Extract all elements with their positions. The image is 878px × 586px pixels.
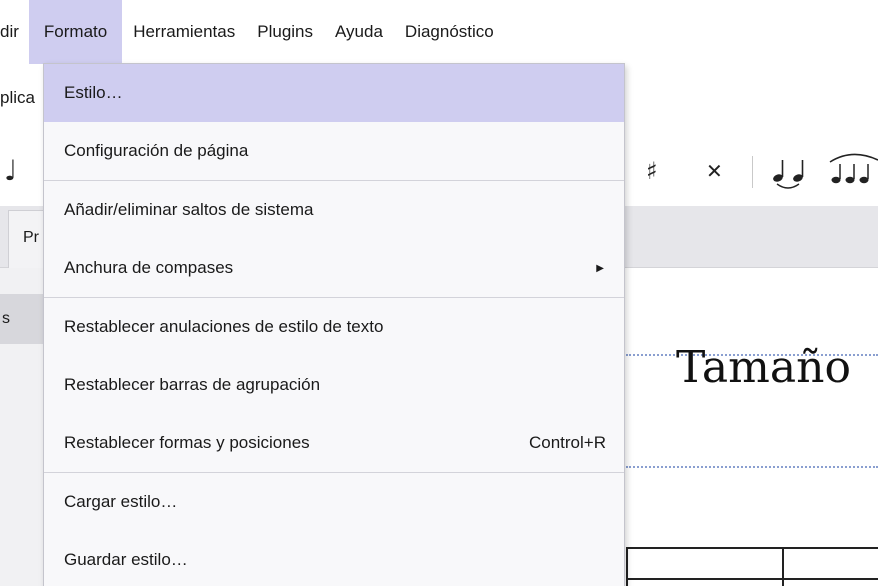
menu-plugins[interactable]: Plugins	[246, 0, 324, 64]
menubar: dir Formato Herramientas Plugins Ayuda D…	[0, 0, 878, 64]
tie-icon[interactable]	[768, 140, 816, 202]
app-window: dir Formato Herramientas Plugins Ayuda D…	[0, 0, 878, 586]
menu-item-label: Configuración de página	[64, 141, 249, 160]
panel-item[interactable]: s	[0, 294, 44, 344]
menu-item-label: Estilo…	[64, 83, 123, 102]
menu-item-cargar-estilo[interactable]: Cargar estilo…	[44, 473, 624, 531]
menu-formato[interactable]: Formato	[28, 0, 123, 64]
score-title[interactable]: Tamaño	[676, 342, 851, 393]
menu-item-guardar-estilo[interactable]: Guardar estilo…	[44, 531, 624, 586]
slur-icon[interactable]	[824, 140, 878, 202]
toolbar-row-label: plica	[0, 88, 35, 107]
menu-item-saltos-sistema[interactable]: Añadir/eliminar saltos de sistema	[44, 181, 624, 239]
menu-item-restablecer-barras[interactable]: Restablecer barras de agrupación	[44, 356, 624, 414]
staff-line	[626, 578, 878, 580]
menu-item-label: Restablecer anulaciones de estilo de tex…	[64, 317, 384, 336]
menu-item-label: Anchura de compases	[64, 258, 234, 277]
menu-item-label: Restablecer barras de agrupación	[64, 375, 321, 394]
menu-diagnostico[interactable]: Diagnóstico	[394, 0, 505, 64]
menu-editar[interactable]: dir	[0, 0, 29, 64]
menu-item-configuracion-pagina[interactable]: Configuración de página	[44, 122, 624, 180]
frame-border-bottom	[626, 466, 878, 468]
menu-item-anchura-compases[interactable]: Anchura de compases ▶	[44, 239, 624, 297]
note-icon[interactable]: ♩	[4, 140, 17, 202]
menu-ayuda[interactable]: Ayuda	[324, 0, 394, 64]
menu-item-label: Restablecer formas y posiciones	[64, 433, 310, 452]
barline	[626, 547, 628, 586]
menu-item-shortcut: Control+R	[528, 433, 606, 452]
menu-item-label: Cargar estilo…	[64, 492, 178, 511]
barline	[782, 547, 784, 586]
double-sharp-icon[interactable]: ✕	[706, 140, 723, 202]
menu-item-restablecer-estilo-texto[interactable]: Restablecer anulaciones de estilo de tex…	[44, 298, 624, 356]
menu-item-label: Guardar estilo…	[64, 550, 188, 569]
toolbar-divider	[752, 156, 753, 188]
menu-item-estilo[interactable]: Estilo…	[44, 64, 624, 122]
menu-item-label: Añadir/eliminar saltos de sistema	[64, 200, 314, 219]
menu-item-restablecer-formas[interactable]: Restablecer formas y posiciones Control+…	[44, 414, 624, 472]
left-panel: s	[0, 268, 44, 586]
format-menu: Estilo… Configuración de página Añadir/e…	[43, 63, 625, 586]
sharp-icon[interactable]: ♯	[646, 140, 658, 202]
menu-herramientas[interactable]: Herramientas	[122, 0, 246, 64]
submenu-arrow-icon: ▶	[596, 262, 604, 274]
staff-line	[626, 547, 878, 549]
